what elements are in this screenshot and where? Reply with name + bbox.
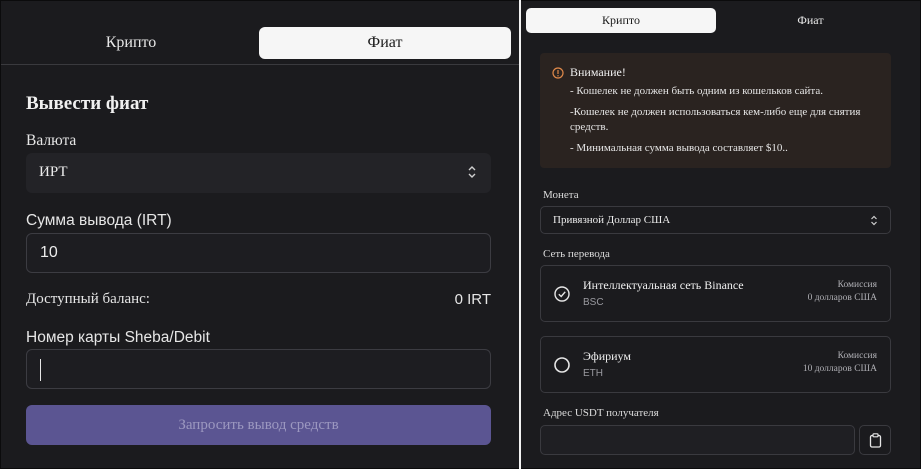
network-fee-label: Комиссия — [837, 280, 877, 290]
crypto-withdraw-panel: Крипто Фиат Внимание! - Кошелек не долже… — [521, 1, 920, 468]
tab-fiat[interactable]: Фиат — [719, 8, 902, 33]
warning-line: - Кошелек не должен быть одним из кошель… — [570, 85, 823, 97]
amount-input-value: 10 — [40, 244, 58, 261]
network-name: Интеллектуальная сеть Binance — [583, 278, 744, 292]
chevron-up-down-icon — [468, 166, 476, 178]
coin-select[interactable]: Привязной Доллар США — [540, 206, 891, 234]
amount-label: Сумма вывода (IRT) — [26, 212, 172, 229]
fiat-withdraw-panel: Крипто Фиат Вывести фиат Валюта ИРТ Сумм… — [1, 1, 519, 468]
coin-label: Монета — [543, 189, 579, 201]
network-fee-value: 10 долларов США — [802, 364, 877, 374]
network-code: ETH — [583, 368, 603, 379]
tab-bar: Крипто Фиат — [1, 1, 519, 65]
tab-crypto[interactable]: Крипто — [7, 27, 255, 59]
currency-select-value: ИРТ — [39, 164, 68, 180]
card-number-input[interactable] — [26, 349, 491, 389]
network-name: Эфириум — [583, 349, 631, 363]
network-label: Сеть перевода — [543, 248, 610, 260]
warning-title: Внимание! — [570, 65, 626, 79]
chevron-up-down-icon — [871, 215, 877, 226]
text-cursor — [40, 359, 41, 381]
amount-input[interactable]: 10 — [26, 233, 491, 273]
recipient-address-input[interactable] — [540, 425, 855, 455]
address-label: Адрес USDT получателя — [543, 407, 659, 419]
network-fee-value: 0 долларов США — [807, 293, 877, 303]
request-withdraw-button[interactable]: Запросить вывод средств — [26, 405, 491, 445]
network-option-eth[interactable]: Эфириум ETH Комиссия 10 долларов США — [540, 336, 891, 393]
page-title: Вывести фиат — [26, 93, 149, 114]
balance-value: 0 IRT — [454, 291, 491, 308]
warning-line: -Кошелек не должен использоваться кем-ли… — [570, 106, 861, 133]
coin-select-value: Привязной Доллар США — [553, 214, 671, 226]
empty-circle-icon — [554, 357, 570, 373]
paste-button[interactable] — [859, 425, 891, 455]
tab-crypto[interactable]: Крипто — [526, 8, 716, 33]
currency-label: Валюта — [26, 132, 77, 149]
currency-select[interactable]: ИРТ — [26, 153, 491, 193]
card-number-label: Номер карты Sheba/Debit — [26, 329, 210, 346]
tab-fiat[interactable]: Фиат — [259, 27, 511, 59]
network-code: BSC — [583, 297, 604, 308]
warning-line: - Минимальная сумма вывода составляет $1… — [570, 142, 788, 154]
info-circle-icon — [552, 67, 564, 79]
network-option-bsc[interactable]: Интеллектуальная сеть Binance BSC Комисс… — [540, 265, 891, 322]
balance-label: Доступный баланс: — [26, 291, 150, 307]
clipboard-icon — [869, 433, 882, 448]
warning-box: Внимание! - Кошелек не должен быть одним… — [540, 53, 891, 168]
network-fee-label: Комиссия — [837, 351, 877, 361]
check-circle-icon — [554, 286, 570, 302]
